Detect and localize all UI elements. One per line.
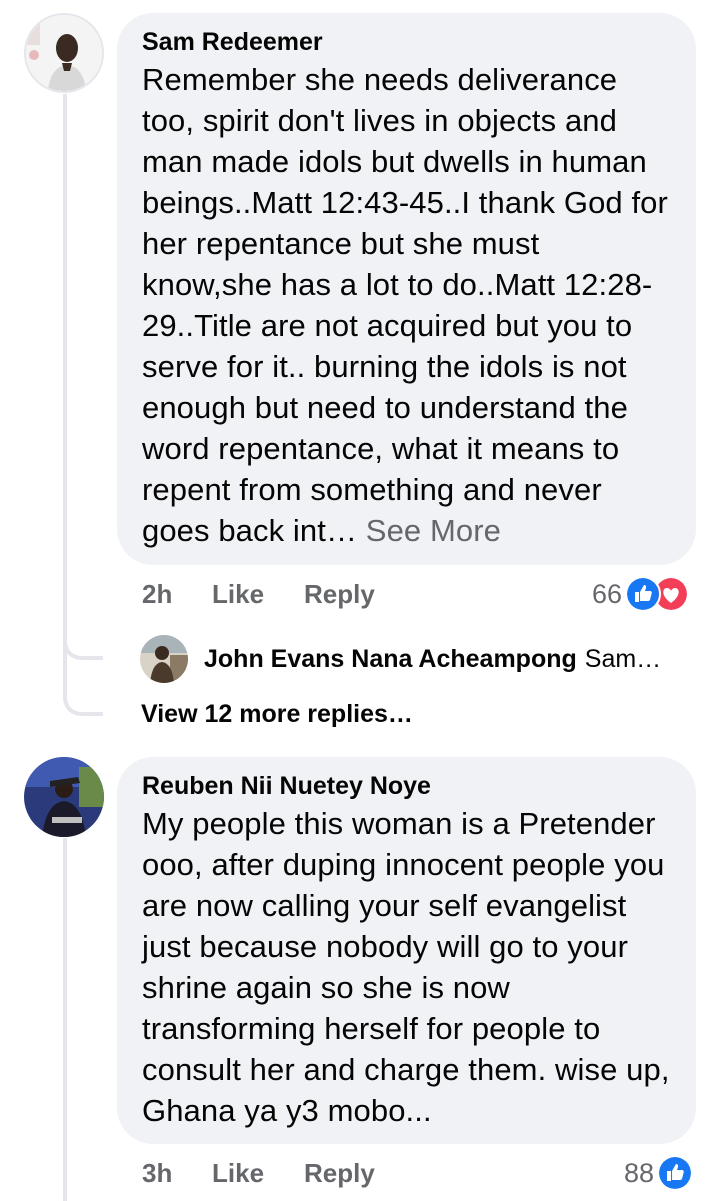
view-more-replies-link[interactable]: View 12 more replies…: [141, 700, 413, 729]
reply-snippet: Sam…: [584, 644, 662, 673]
comment-text: Remember she needs deliverance too, spir…: [142, 59, 672, 551]
reaction-count: 66: [592, 578, 623, 609]
comment-text: My people this woman is a Pretender ooo,…: [142, 806, 670, 1128]
reaction-count: 88: [624, 1157, 655, 1188]
thread-branch-2: [63, 686, 103, 716]
comment-time[interactable]: 3h: [142, 1158, 212, 1189]
comment-time[interactable]: 2h: [142, 579, 212, 610]
comment-author[interactable]: Sam Redeemer: [142, 27, 672, 57]
reply-author[interactable]: John Evans Nana Acheampong: [204, 645, 577, 674]
comment-actions: 2h Like Reply: [142, 578, 375, 610]
like-button[interactable]: Like: [212, 579, 304, 610]
like-icon: [625, 576, 662, 612]
comment-actions: 3h Like Reply: [142, 1157, 375, 1189]
avatar[interactable]: [24, 757, 104, 837]
comment-author[interactable]: Reuben Nii Nuetey Noye: [142, 771, 672, 801]
comment-bubble: Sam Redeemer Remember she needs delivera…: [117, 13, 696, 565]
reply-preview[interactable]: John Evans Nana Acheampong Sam…: [140, 635, 661, 683]
comment-body: Remember she needs deliverance too, spir…: [142, 62, 668, 548]
thread-branch-1: [63, 630, 103, 660]
see-more-link[interactable]: See More: [366, 513, 501, 548]
thread-line-2: [63, 838, 67, 1201]
reaction-summary[interactable]: 88: [624, 1155, 694, 1191]
like-button[interactable]: Like: [212, 1158, 304, 1189]
reply-button[interactable]: Reply: [304, 1158, 375, 1189]
thread-line: [63, 94, 67, 694]
comment-bubble: Reuben Nii Nuetey Noye My people this wo…: [117, 757, 696, 1144]
reaction-summary[interactable]: 66: [592, 576, 690, 612]
like-icon: [657, 1155, 694, 1191]
reply-avatar[interactable]: [140, 635, 188, 683]
reply-button[interactable]: Reply: [304, 579, 375, 610]
avatar[interactable]: [24, 13, 104, 93]
